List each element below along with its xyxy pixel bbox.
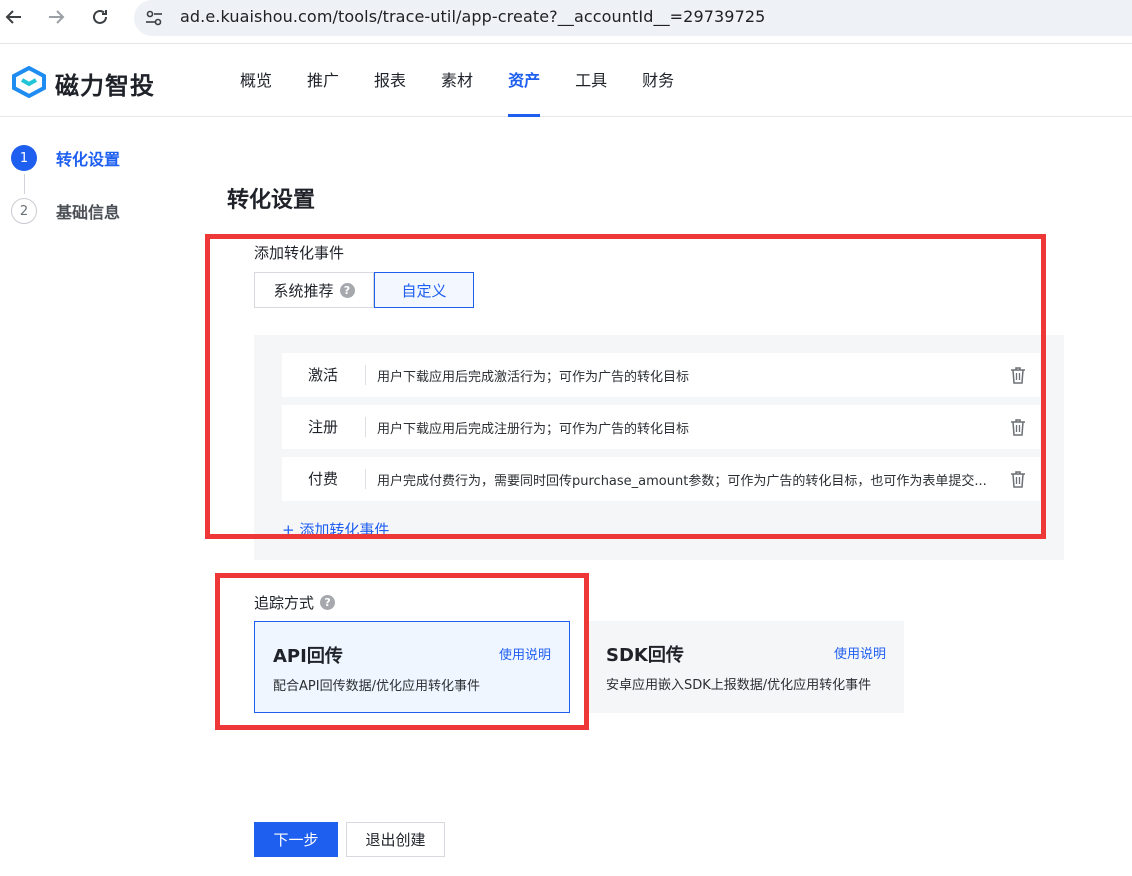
step-connector [24, 174, 25, 194]
next-step-button[interactable]: 下一步 [254, 822, 338, 857]
address-bar[interactable]: ad.e.kuaishou.com/tools/trace-util/app-c… [134, 0, 1132, 36]
trash-icon[interactable] [1010, 470, 1026, 488]
conversion-section-label: 添加转化事件 [254, 242, 344, 263]
arrow-left-icon [5, 10, 21, 24]
nav-tab-tools[interactable]: 工具 [575, 44, 607, 117]
event-name: 注册 [282, 417, 366, 437]
tracking-card-api[interactable]: API回传 使用说明 配合API回传数据/优化应用转化事件 [254, 621, 570, 713]
event-row-payment: 付费 用户完成付费行为，需要同时回传purchase_amount参数；可作为广… [282, 457, 1040, 501]
step-number: 1 [11, 145, 37, 171]
url-text[interactable]: ad.e.kuaishou.com/tools/trace-util/app-c… [180, 7, 765, 26]
forward-button[interactable] [42, 6, 70, 28]
help-icon[interactable]: ? [339, 282, 355, 298]
exit-create-button[interactable]: 退出创建 [346, 822, 445, 857]
trash-icon[interactable] [1010, 418, 1026, 436]
nav-tab-assets[interactable]: 资产 [508, 44, 541, 117]
arrow-right-icon [49, 10, 65, 24]
event-row-register: 注册 用户下载应用后完成注册行为；可作为广告的转化目标 [282, 405, 1040, 449]
step-label: 转化设置 [56, 150, 121, 169]
event-desc: 用户完成付费行为，需要同时回传purchase_amount参数；可作为广告的转… [377, 473, 987, 489]
trash-icon[interactable] [1010, 366, 1026, 384]
usage-guide-link[interactable]: 使用说明 [499, 644, 551, 663]
event-desc: 用户下载应用后完成激活行为；可作为广告的转化目标 [377, 369, 690, 385]
segment-custom[interactable]: 自定义 [374, 272, 474, 308]
tune-icon[interactable] [144, 9, 164, 27]
card-desc: 配合API回传数据/优化应用转化事件 [273, 679, 480, 694]
section-label-text: 追踪方式 [254, 594, 315, 612]
event-desc: 用户下载应用后完成注册行为；可作为广告的转化目标 [377, 421, 690, 437]
step-basic-info[interactable]: 2 基础信息 [11, 198, 120, 224]
main-nav: 概览 推广 报表 素材 资产 工具 财务 [240, 44, 709, 117]
nav-tab-finance[interactable]: 财务 [642, 44, 674, 117]
segment-label: 自定义 [401, 281, 447, 300]
segment-system-recommend[interactable]: 系统推荐 ? [254, 272, 374, 308]
nav-tab-promotion[interactable]: 推广 [307, 44, 339, 117]
step-number: 2 [11, 198, 37, 224]
browser-toolbar: ad.e.kuaishou.com/tools/trace-util/app-c… [0, 0, 1132, 44]
add-event-link[interactable]: + 添加转化事件 [282, 519, 389, 540]
help-icon[interactable]: ? [320, 595, 336, 610]
logo-text: 磁力智投 [55, 72, 155, 100]
back-button[interactable] [0, 6, 28, 28]
card-desc: 安卓应用嵌入SDK上报数据/优化应用转化事件 [606, 678, 872, 693]
nav-tab-materials[interactable]: 素材 [441, 44, 473, 117]
tracking-section-label: 追踪方式 ? [254, 592, 336, 613]
segment-label: 系统推荐 [273, 281, 334, 300]
card-title: SDK回传 [606, 645, 684, 666]
event-row-activation: 激活 用户下载应用后完成激活行为；可作为广告的转化目标 [282, 353, 1040, 397]
app-header: 磁力智投 概览 推广 报表 素材 资产 工具 财务 [0, 44, 1132, 117]
section-label-text: 添加转化事件 [254, 244, 345, 262]
nav-tab-reports[interactable]: 报表 [374, 44, 406, 117]
reload-button[interactable] [86, 6, 114, 28]
tracking-card-sdk[interactable]: SDK回传 使用说明 安卓应用嵌入SDK上报数据/优化应用转化事件 [588, 621, 904, 713]
step-label: 基础信息 [56, 203, 121, 222]
usage-guide-link[interactable]: 使用说明 [834, 643, 886, 662]
page-title: 转化设置 [227, 188, 316, 213]
event-name: 激活 [282, 365, 366, 385]
nav-tab-overview[interactable]: 概览 [240, 44, 272, 117]
magnet-logo-icon [12, 66, 46, 98]
card-title: API回传 [273, 646, 343, 667]
reload-icon [93, 9, 107, 24]
event-name: 付费 [282, 469, 366, 489]
step-conversion-settings[interactable]: 1 转化设置 [11, 145, 120, 171]
event-panel: 激活 用户下载应用后完成激活行为；可作为广告的转化目标 注册 用户下载应用后完成… [254, 335, 1064, 560]
